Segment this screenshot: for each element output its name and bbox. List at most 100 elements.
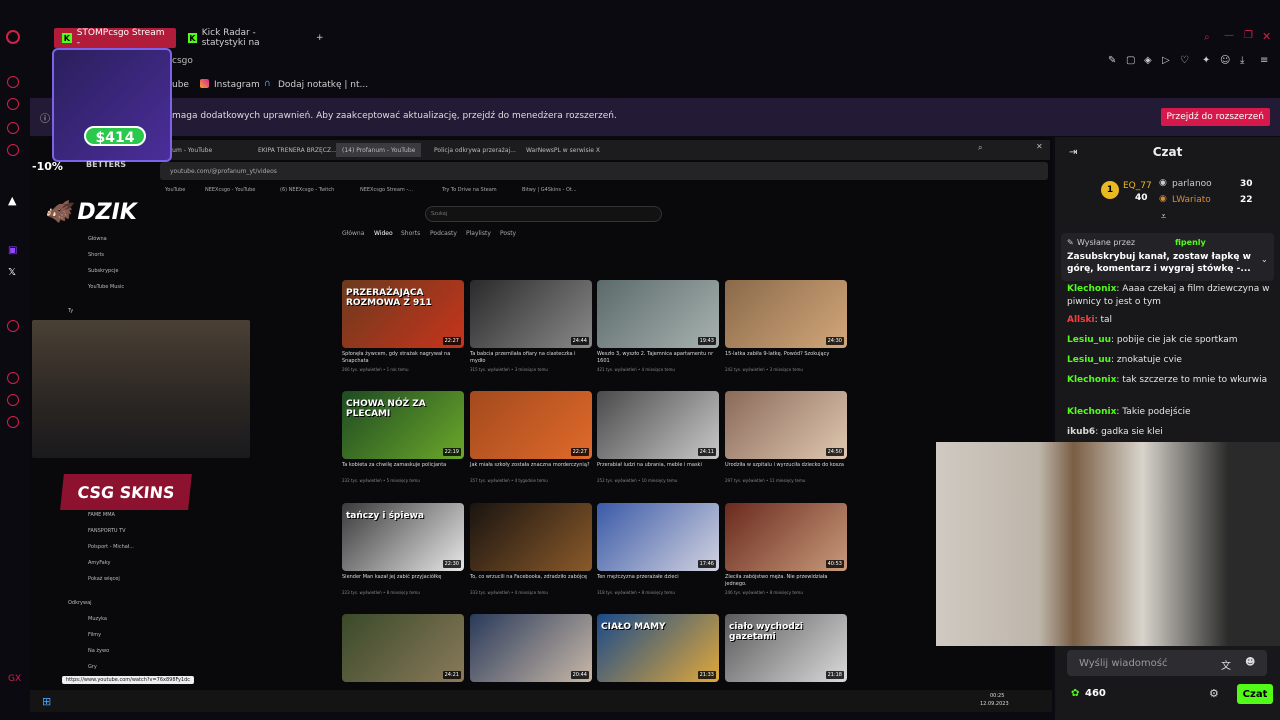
leader-name[interactable]: parlanoo xyxy=(1172,179,1212,189)
settings-icon[interactable] xyxy=(7,416,19,428)
video-thumbnail: 20:44 xyxy=(470,614,592,682)
leader-name[interactable]: LWariato xyxy=(1172,195,1211,205)
yt-sidebar-item: FAME MMA xyxy=(88,512,115,518)
search-icon[interactable]: ⌕ xyxy=(1204,32,1210,43)
yt-sidebar-item: AmyFaky xyxy=(88,560,111,566)
yt-sidebar-item: Na żywo xyxy=(88,648,110,654)
minimize-icon[interactable]: — xyxy=(1224,30,1234,41)
video-duration: 24:11 xyxy=(697,448,716,456)
video-title: Urodziła w szpitalu i wyrzuciła dziecko … xyxy=(725,462,844,468)
yt-sidebar-item: YouTube Music xyxy=(88,284,125,290)
kick-sidebar-icon[interactable]: ▲ xyxy=(8,194,16,207)
video-title: Weszło 3, wyszło 2. Tajemnica apartament… xyxy=(597,351,714,364)
chat-message: Lesiu_uu: pobije cie jak cie sportkam xyxy=(1067,335,1238,345)
video-title: 15-latka zabiła 9-latkę. Powód? Szokując… xyxy=(725,351,830,357)
gx-logo-icon: GX xyxy=(8,674,22,684)
extensions-icon[interactable]: ✦ xyxy=(1202,55,1210,66)
emoji-icon[interactable]: ☻ xyxy=(1245,657,1255,668)
browser-tab-active[interactable]: K STOMPcsgo Stream - xyxy=(54,28,176,48)
chat-settings-icon[interactable]: ⚙ xyxy=(1209,687,1219,700)
bookmark-item[interactable]: Instagram xyxy=(214,80,260,90)
video-meta: 232 tys. wyświetleń • 5 miesięcy temu xyxy=(342,478,420,483)
bookmarks-bar: ube Instagram ∩ Dodaj notatkę | nt... xyxy=(30,76,1280,96)
maximize-icon[interactable]: ❐ xyxy=(1244,30,1253,41)
video-duration: 24:30 xyxy=(825,337,844,345)
player-icon[interactable] xyxy=(7,320,19,332)
notion-icon: ∩ xyxy=(264,79,271,89)
heart-icon[interactable]: ♡ xyxy=(1180,55,1189,66)
video-duration: 24:44 xyxy=(570,337,589,345)
play-icon[interactable]: ▷ xyxy=(1162,55,1170,66)
profile-icon[interactable]: ☺ xyxy=(1220,55,1230,66)
rank-badge: 1 xyxy=(1101,181,1119,199)
video-thumbnail: PRZERAŻAJĄCA ROZMOWA Z 911 22:27 xyxy=(342,280,464,348)
inner-search-icon: ⌕ xyxy=(978,143,983,152)
address-bar[interactable]: csgo ✎ ▢ ◈ ▷ ♡ ✦ ☺ ⤓ ≡ xyxy=(30,52,1280,74)
chat-title: Czat xyxy=(1152,145,1183,159)
pin-icon[interactable]: ✎ xyxy=(1108,55,1116,66)
video-duration: 20:44 xyxy=(570,671,589,679)
video-title: Zleciła zabójstwo męża. Nie przewidziała… xyxy=(725,574,828,587)
chat-send-button[interactable]: Czat xyxy=(1237,684,1273,704)
bookmark-item[interactable]: Dodaj notatkę | nt... xyxy=(278,80,368,90)
taskbar-clock: 00:25 xyxy=(990,693,1005,699)
bronze-badge-icon: ◉ xyxy=(1159,194,1167,204)
info-icon: ⓘ xyxy=(40,114,50,125)
video-duration: 22:27 xyxy=(442,337,461,345)
browser-tab[interactable]: K Kick Radar - statystyki na xyxy=(180,28,310,48)
video-meta: 421 tys. wyświetleń • 4 miesiące temu xyxy=(597,367,675,372)
download-icon[interactable]: ⤓ xyxy=(1240,55,1244,66)
video-thumbnail: tańczy i śpiewa 22:30 xyxy=(342,503,464,571)
thumbnail-text: CIAŁO MAMY xyxy=(601,622,666,632)
video-thumbnail: CHOWA NÓŻ ZA PLECAMI 22:19 xyxy=(342,391,464,459)
video-meta: 246 tys. wyświetleń • 8 miesięcy temu xyxy=(725,590,803,595)
chat-input[interactable]: Wyślij wiadomość xyxy=(1067,650,1267,676)
x-twitter-icon[interactable]: 𝕏 xyxy=(8,267,16,278)
yt-sidebar-item: Pokaż więcej xyxy=(88,576,120,582)
video-meta: 242 tys. wyświetleń • 3 miesiące temu xyxy=(725,367,803,372)
silver-badge-icon: ◉ xyxy=(1159,178,1167,188)
extensions-sidebar-icon[interactable] xyxy=(7,394,19,406)
thumbnail-text: tańczy i śpiewa xyxy=(346,511,424,521)
video-thumbnail: CIAŁO MAMY 21:33 xyxy=(597,614,719,682)
new-tab-button[interactable]: + xyxy=(308,28,332,48)
shield-icon[interactable]: ◈ xyxy=(1144,55,1152,66)
gx-control-icon[interactable] xyxy=(7,144,19,156)
chevron-down-icon[interactable]: ⌄ xyxy=(1261,255,1268,264)
windows-taskbar: ⊞ 00:25 12.09.2023 xyxy=(30,690,1052,712)
aria-icon[interactable] xyxy=(7,98,19,110)
snapshot-icon[interactable]: ▢ xyxy=(1126,55,1135,66)
dzik-text: DZIK xyxy=(77,199,137,225)
yt-sidebar-item: Gry xyxy=(88,664,97,670)
go-to-extensions-button[interactable]: Przejdź do rozszerzeń xyxy=(1160,108,1270,126)
yt-sidebar-item: Ty xyxy=(68,308,74,314)
video-duration: 40:53 xyxy=(825,560,844,568)
expand-leaders-icon[interactable]: ⩡ xyxy=(1161,212,1166,222)
pinned-message[interactable]: ✎ Wysłane przez fipenly Zasubskrybuj kan… xyxy=(1061,233,1274,281)
windows-start-icon: ⊞ xyxy=(42,695,52,708)
pinned-user[interactable]: fipenly xyxy=(1175,238,1206,247)
streamer-webcam-overlay xyxy=(32,320,250,458)
inner-bookmarks: YouTube NEEXcsgo - YouTube (6) NEEXcsgo … xyxy=(160,184,1048,198)
bookmark-item[interactable]: ube xyxy=(172,80,189,90)
video-thumbnail: 24:50 xyxy=(725,391,847,459)
chat-input-placeholder: Wyślij wiadomość xyxy=(1079,657,1168,669)
twitch-icon[interactable]: ▣ xyxy=(8,245,17,256)
video-title: Jak miała szkoły została znaczna morderc… xyxy=(470,462,590,468)
video-title: Ten mężczyzna przerażałe dzieci xyxy=(597,574,679,580)
thumbnail-text: PRZERAŻAJĄCA ROZMOWA Z 911 xyxy=(346,288,432,308)
chat-message: Klechonix: tak szczerze to mnie to wkurw… xyxy=(1067,375,1268,385)
video-thumbnail: 24:11 xyxy=(597,391,719,459)
menu-icon[interactable]: ≡ xyxy=(1260,55,1268,66)
leader-name[interactable]: EQ_77 xyxy=(1123,181,1152,191)
history-icon[interactable] xyxy=(7,76,19,88)
close-icon[interactable]: ✕ xyxy=(1262,30,1271,43)
video-meta: 266 tys. wyświetleń • 1 rok temu xyxy=(342,367,409,372)
video-duration: 19:43 xyxy=(697,337,716,345)
video-duration: 21:18 xyxy=(825,671,844,679)
translate-icon[interactable]: 文 xyxy=(1221,657,1231,672)
video-thumbnail: 22:27 xyxy=(470,391,592,459)
clock-icon[interactable] xyxy=(7,372,19,384)
video-thumbnail: 24:30 xyxy=(725,280,847,348)
gx-corner-icon[interactable] xyxy=(7,122,19,134)
